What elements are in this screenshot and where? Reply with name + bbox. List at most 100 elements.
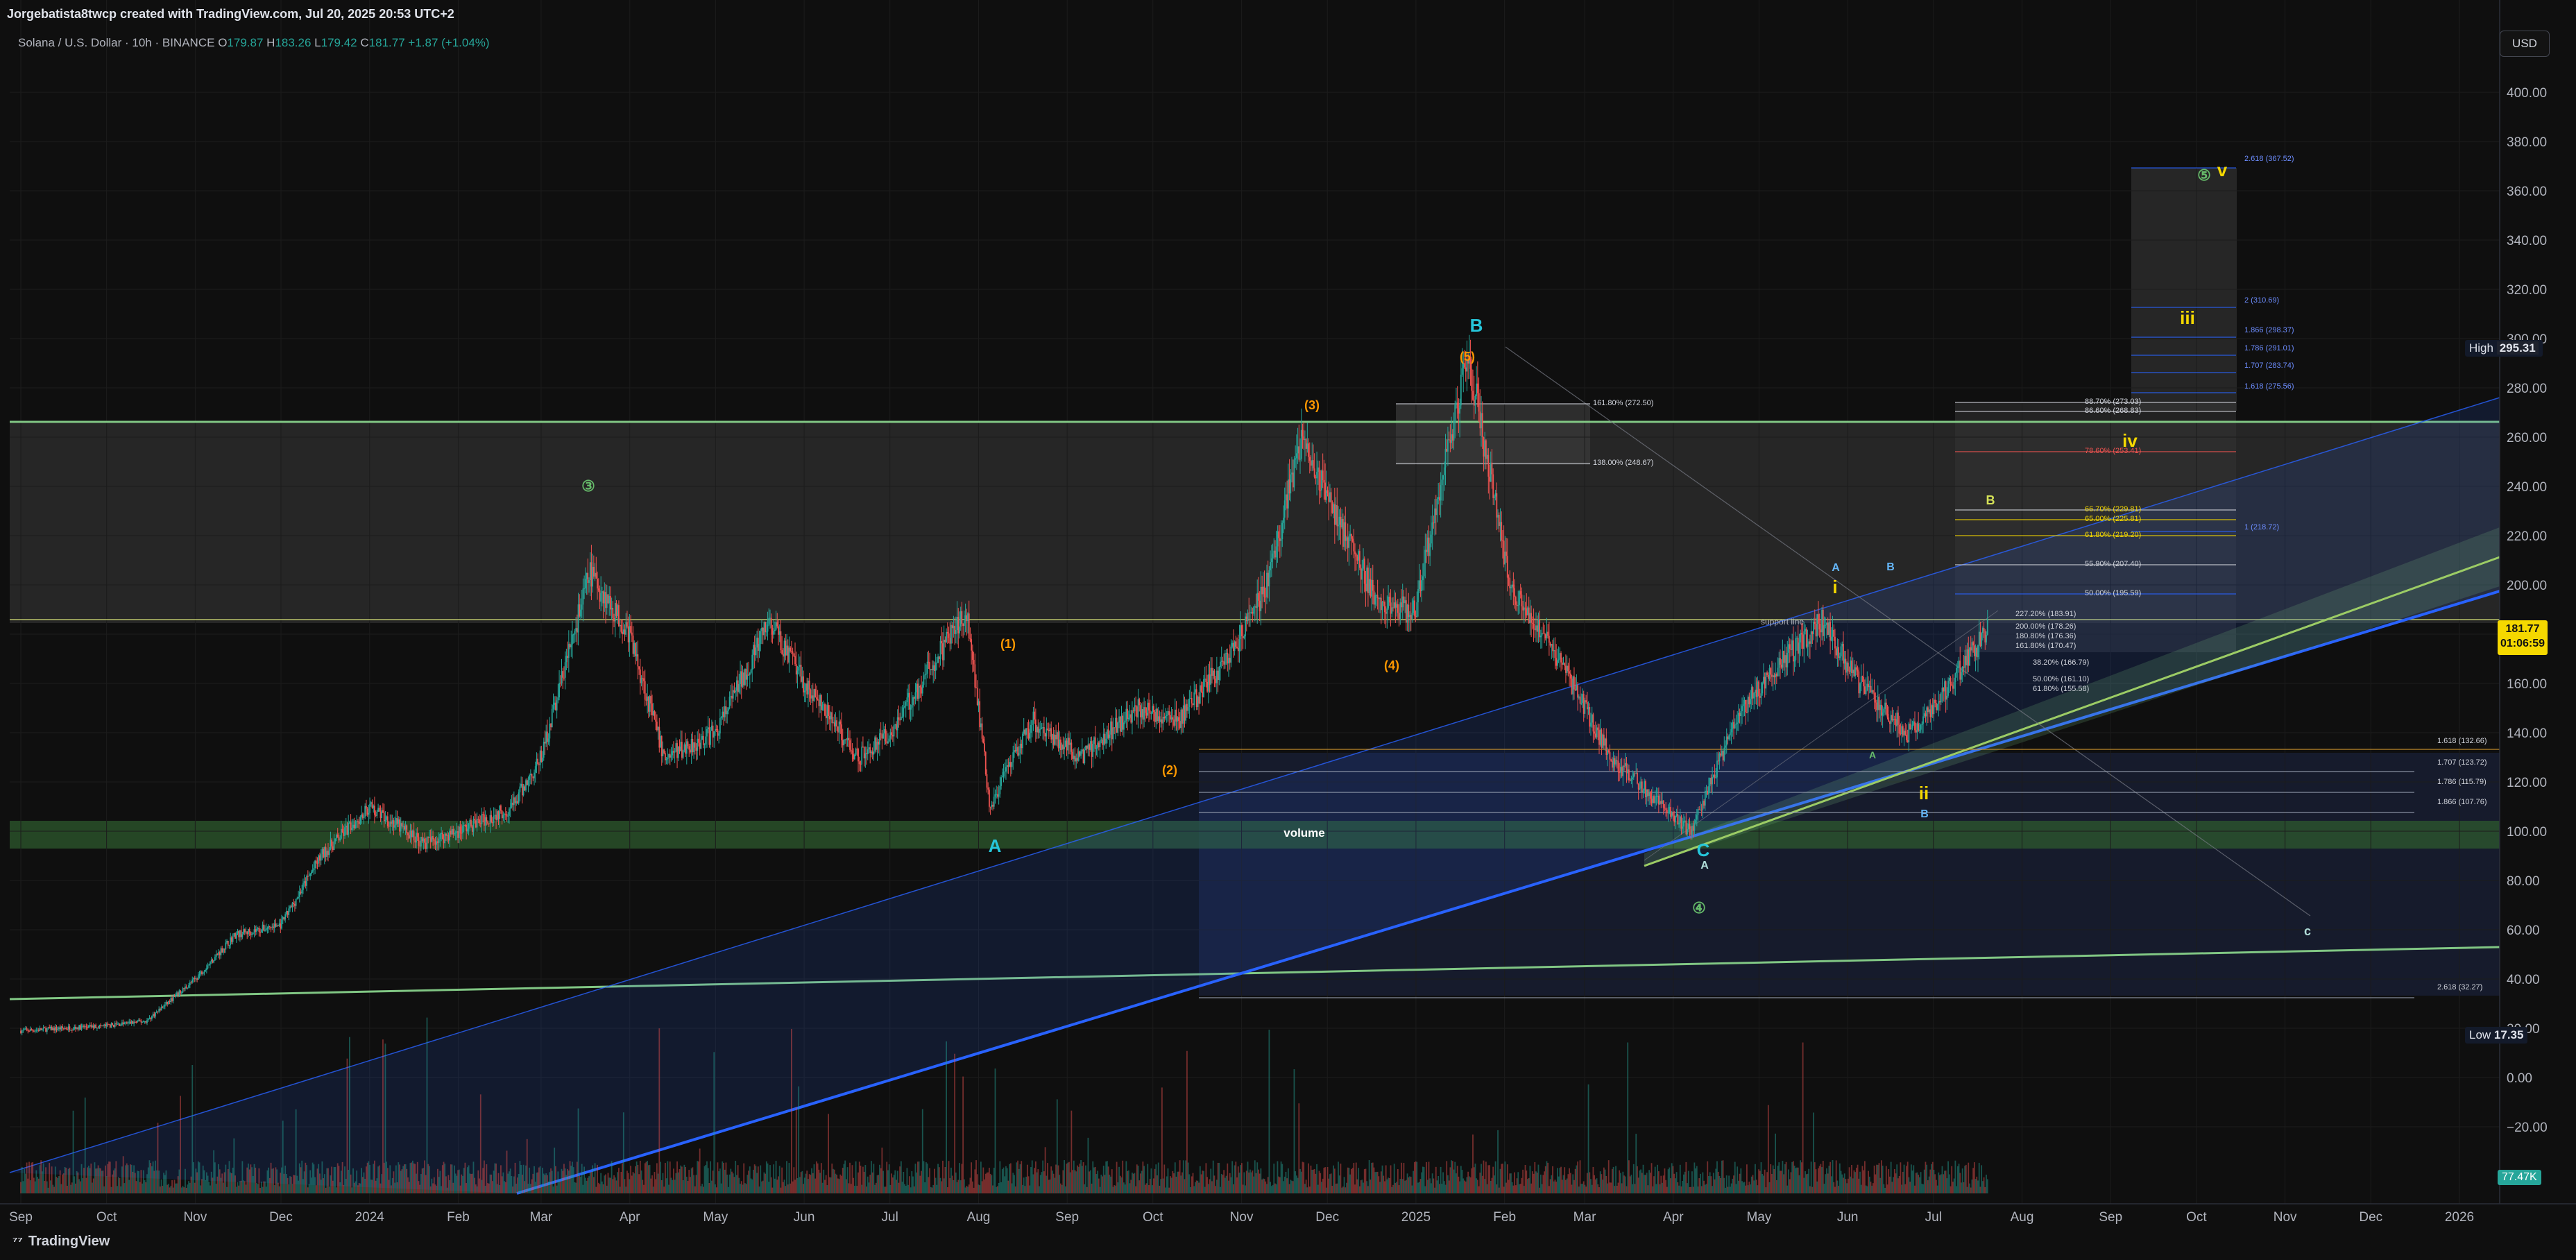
candle-body bbox=[992, 804, 993, 807]
candle-body bbox=[1785, 655, 1787, 667]
volume-bar bbox=[790, 1028, 792, 1193]
volume-bar bbox=[1765, 1187, 1767, 1193]
candle-body bbox=[536, 758, 538, 767]
volume-bar bbox=[923, 1161, 925, 1193]
volume-bar bbox=[235, 1186, 237, 1193]
volume-bar bbox=[1203, 1170, 1204, 1193]
volume-bar bbox=[719, 1168, 721, 1193]
price-chart[interactable]: ③④⑤(1)(2)(3)(4)(5)ABCiiiiiiivvA BBAcBAvol… bbox=[0, 0, 2576, 1260]
candle-body bbox=[77, 1027, 79, 1030]
candle-body bbox=[612, 608, 614, 618]
candle-body bbox=[484, 814, 485, 826]
volume-bar bbox=[276, 1169, 278, 1193]
candle-body bbox=[40, 1028, 42, 1030]
candle-body bbox=[1498, 515, 1500, 527]
candle-body bbox=[67, 1026, 69, 1030]
volume-bar bbox=[1743, 1182, 1746, 1193]
candle-body bbox=[991, 804, 993, 807]
volume-bar bbox=[1526, 1170, 1528, 1193]
volume-bar bbox=[906, 1168, 908, 1193]
candle-body bbox=[26, 1028, 28, 1030]
volume-bar bbox=[1184, 1179, 1186, 1193]
candle-body bbox=[1403, 596, 1405, 604]
volume-bar bbox=[1978, 1163, 1980, 1193]
volume-bar bbox=[601, 1181, 603, 1193]
candle-body bbox=[805, 683, 807, 691]
candle-body bbox=[782, 654, 784, 657]
volume-bar bbox=[1333, 1165, 1335, 1193]
volume-bar bbox=[1442, 1172, 1444, 1193]
volume-bar bbox=[842, 1168, 844, 1193]
candle-body bbox=[1505, 551, 1507, 556]
candle-body bbox=[1206, 681, 1209, 692]
candle-body bbox=[654, 710, 656, 720]
candle-body bbox=[481, 814, 483, 824]
volume-bar bbox=[507, 1173, 509, 1193]
volume-bar bbox=[1306, 1187, 1308, 1193]
candle-body bbox=[836, 720, 838, 727]
volume-bar bbox=[1531, 1171, 1533, 1193]
candle-body bbox=[1648, 792, 1650, 797]
volume-bar bbox=[549, 1172, 551, 1193]
volume-bar bbox=[1934, 1174, 1936, 1193]
volume-bar bbox=[1678, 1185, 1680, 1193]
volume-bar bbox=[552, 1186, 554, 1193]
volume-bar bbox=[1165, 1187, 1166, 1193]
candle-body bbox=[323, 846, 325, 858]
candle-body bbox=[1871, 690, 1873, 693]
candle-body bbox=[305, 881, 307, 886]
candle-body bbox=[238, 931, 240, 937]
candle-body bbox=[1707, 790, 1709, 795]
candle-body bbox=[1552, 644, 1553, 652]
candle-body bbox=[1336, 504, 1338, 527]
candle-body bbox=[328, 849, 330, 855]
volume-bar bbox=[1464, 1180, 1465, 1193]
volume-bar bbox=[1300, 1171, 1302, 1193]
volume-bar bbox=[212, 1177, 214, 1193]
volume-bar bbox=[981, 1181, 983, 1193]
candle-body bbox=[1102, 739, 1103, 745]
candle-body bbox=[1292, 472, 1294, 488]
volume-bar bbox=[1648, 1170, 1650, 1193]
candle-body bbox=[572, 634, 574, 636]
volume-bar bbox=[162, 1186, 164, 1193]
volume-bar bbox=[1971, 1180, 1973, 1193]
volume-bar bbox=[713, 1052, 715, 1193]
volume-bar bbox=[1471, 1168, 1473, 1193]
candle-body bbox=[731, 695, 733, 699]
candle-body bbox=[315, 860, 317, 864]
candle-body bbox=[74, 1026, 76, 1030]
candle-body bbox=[1755, 690, 1757, 697]
volume-bar bbox=[54, 1166, 56, 1193]
volume-bar bbox=[1632, 1184, 1633, 1193]
candle-body bbox=[65, 1028, 67, 1030]
candle-body bbox=[34, 1030, 36, 1032]
volume-bar bbox=[431, 1178, 433, 1193]
volume-bar bbox=[381, 1174, 383, 1193]
candle-body bbox=[393, 820, 395, 828]
volume-bar bbox=[137, 1170, 139, 1193]
chart-stage[interactable]: ③ ④ ⑤ (1) (2) (3) (4) (5) A B Ci ii iii iv v A B B Ac B Avol… bbox=[0, 0, 2576, 1260]
volume-bar bbox=[270, 1162, 272, 1193]
volume-bar bbox=[56, 1177, 58, 1193]
candle-body bbox=[974, 664, 976, 688]
volume-bar bbox=[472, 1161, 475, 1193]
volume-bar bbox=[1733, 1175, 1734, 1193]
volume-bar bbox=[1970, 1187, 1972, 1193]
volume-bar bbox=[1144, 1184, 1146, 1193]
candle-body bbox=[518, 792, 520, 803]
candle-body bbox=[563, 677, 565, 679]
volume-bar bbox=[1132, 1173, 1134, 1193]
volume-bar bbox=[946, 1187, 948, 1193]
candle-body bbox=[1132, 710, 1133, 723]
volume-bar bbox=[907, 1184, 910, 1193]
candle-body bbox=[79, 1025, 81, 1030]
volume-bar bbox=[787, 1184, 789, 1193]
candle-body bbox=[775, 622, 777, 630]
candle-body bbox=[371, 802, 373, 808]
candle-body bbox=[102, 1025, 104, 1027]
volume-bar bbox=[935, 1177, 937, 1193]
volume-bar bbox=[1446, 1161, 1448, 1193]
volume-bar bbox=[563, 1164, 565, 1193]
volume-bar bbox=[1293, 1069, 1295, 1193]
